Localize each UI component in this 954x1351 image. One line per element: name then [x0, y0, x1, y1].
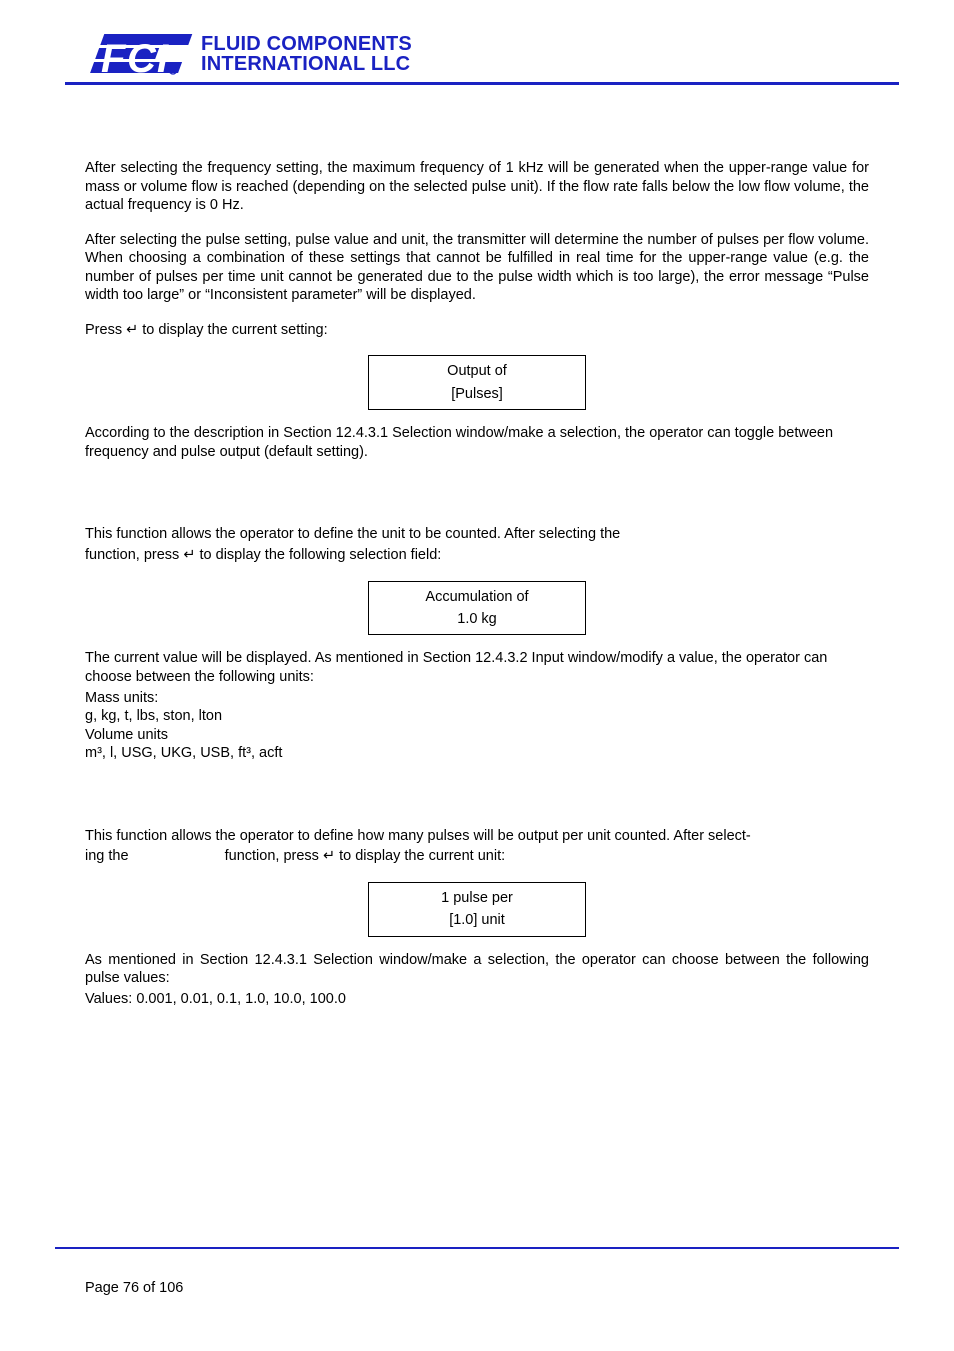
mass-units-values: g, kg, t, lbs, ston, lton [85, 707, 869, 726]
text: function, press ↵ to display the current… [225, 848, 506, 864]
logo-text-line2: INTERNATIONAL LLC [201, 54, 412, 74]
display-box-output: Output of [Pulses] [368, 355, 586, 410]
svg-text:R: R [171, 69, 176, 75]
display-line: [1.0] unit [377, 909, 577, 931]
svg-text:I: I [157, 37, 169, 76]
paragraph: Press ↵ to display the current setting: [85, 321, 869, 340]
display-box-accumulation: Accumulation of 1.0 kg [368, 581, 586, 636]
footer-divider [55, 1247, 899, 1249]
body-content: After selecting the frequency setting, t… [85, 159, 869, 1008]
display-line: Output of [377, 360, 577, 382]
text: This function allows the operator to def… [85, 526, 620, 542]
logo-text-line1: FLUID COMPONENTS [201, 34, 412, 54]
paragraph: This function allows the operator to def… [85, 827, 869, 846]
paragraph: As mentioned in Section 12.4.3.1 Selecti… [85, 951, 869, 988]
company-logo: F C I R FLUID COMPONENTS INTERNATIONAL L… [85, 32, 899, 76]
paragraph: This function allows the operator to def… [85, 525, 869, 544]
mass-units-label: Mass units: [85, 689, 869, 708]
text: This function allows the operator to def… [85, 828, 751, 844]
header-divider [65, 82, 899, 89]
display-line: Accumulation of [377, 586, 577, 608]
paragraph: function, press ↵ to display the followi… [85, 546, 869, 565]
page: F C I R FLUID COMPONENTS INTERNATIONAL L… [0, 0, 954, 1351]
display-line: 1 pulse per [377, 887, 577, 909]
display-line: 1.0 kg [377, 608, 577, 630]
paragraph: ing the function, press ↵ to display the… [85, 847, 869, 866]
paragraph: The current value will be displayed. As … [85, 649, 869, 686]
display-line: [Pulses] [377, 383, 577, 405]
page-number: Page 76 of 106 [85, 1280, 183, 1296]
svg-text:C: C [127, 37, 157, 76]
display-box-pulse: 1 pulse per [1.0] unit [368, 882, 586, 937]
pulse-values-list: Values: 0.001, 0.01, 0.1, 1.0, 10.0, 100… [85, 990, 869, 1009]
units-block: Mass units: g, kg, t, lbs, ston, lton Vo… [85, 689, 869, 763]
text: ing the [85, 848, 129, 864]
paragraph: After selecting the pulse setting, pulse… [85, 231, 869, 305]
logo-mark-icon: F C I R [85, 32, 195, 76]
paragraph: According to the description in Section … [85, 424, 869, 461]
logo-text: FLUID COMPONENTS INTERNATIONAL LLC [201, 34, 412, 74]
volume-units-label: Volume units [85, 726, 869, 745]
svg-text:F: F [101, 37, 127, 76]
volume-units-values: m³, l, USG, UKG, USB, ft³, acft [85, 744, 869, 763]
paragraph: After selecting the frequency setting, t… [85, 159, 869, 215]
